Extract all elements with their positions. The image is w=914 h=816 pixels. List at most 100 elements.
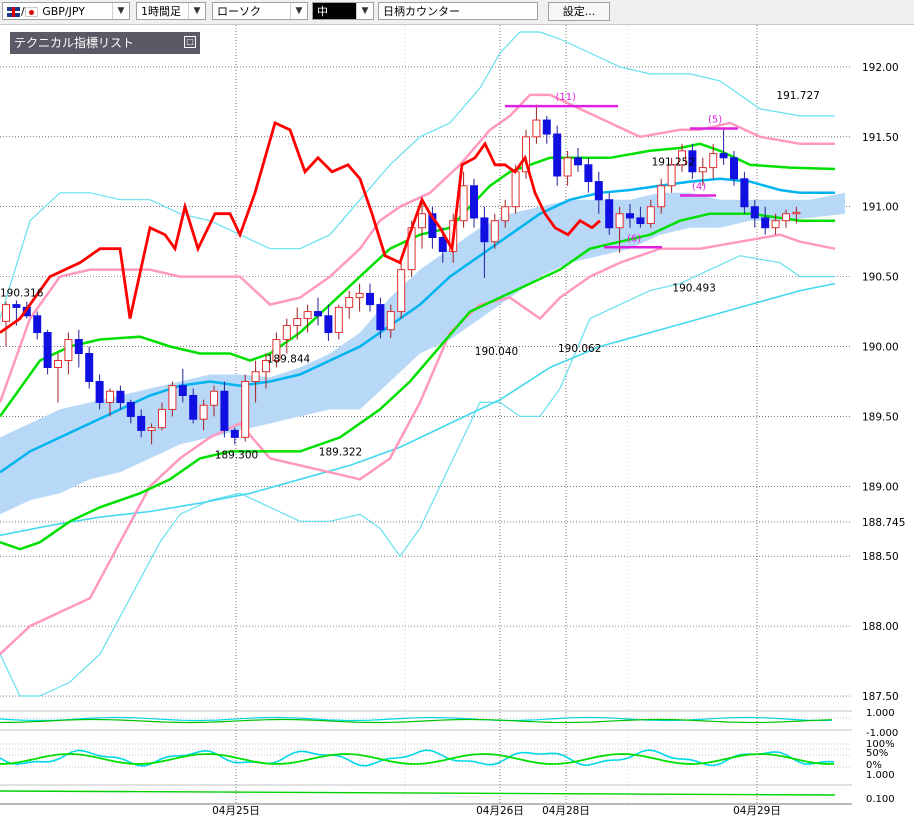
date-counter-label: 日柄カウンター <box>383 5 460 18</box>
candle-body <box>220 390 229 431</box>
chart-toolbar: / GBP/JPY ▼ 1時間足 ▼ ローソク ▼ 中 ▼ 日柄カウンター 設定… <box>0 0 914 25</box>
settings-button[interactable]: 設定... <box>548 2 610 21</box>
candle-body <box>490 220 499 243</box>
size-label: 中 <box>317 5 328 18</box>
chevron-down-icon: ▼ <box>112 3 129 19</box>
candle-body <box>64 339 73 362</box>
candle-body <box>709 153 718 169</box>
candle-body <box>418 213 426 229</box>
x-tick-label: 04月29日 <box>733 805 781 816</box>
candle-body <box>740 178 749 208</box>
candle-body <box>74 339 83 355</box>
candle-body <box>594 181 603 201</box>
candle-body <box>698 167 707 173</box>
candle-body <box>771 220 780 229</box>
collapse-icon[interactable]: □ <box>184 36 196 48</box>
candle-body <box>376 304 385 331</box>
y-tick-label: 187.50 <box>862 691 899 703</box>
candle-body <box>646 206 655 225</box>
candle-body <box>563 157 572 177</box>
candle-body <box>230 429 239 438</box>
candle-body <box>334 306 343 334</box>
y-tick-label: 188.50 <box>862 551 899 563</box>
candle-body <box>345 297 354 308</box>
y-tick-label: 190.50 <box>862 272 899 284</box>
candle-body <box>2 304 10 322</box>
panel2-50-label: 50% <box>866 748 888 759</box>
chart-style-select[interactable]: ローソク ▼ <box>212 2 308 20</box>
candle-body <box>636 217 645 225</box>
candle-body <box>199 404 208 420</box>
x-tick-label: 04月26日 <box>476 805 524 816</box>
panel1-bottom-label: -1.000 <box>866 728 898 739</box>
price-label: 191.727 <box>776 90 819 102</box>
x-tick-label: 04月28日 <box>542 805 590 816</box>
candle-body <box>126 401 135 417</box>
candle-body <box>210 390 218 406</box>
panel1-top-label: 1.000 <box>866 708 895 719</box>
price-label: 190.040 <box>475 346 518 358</box>
candle-body <box>366 292 374 306</box>
candle-body <box>511 171 520 208</box>
candle-body <box>54 360 62 368</box>
candle-body <box>137 415 146 431</box>
counter-label: (4) <box>692 182 706 193</box>
candle-body <box>386 311 395 331</box>
candle-body <box>303 311 312 320</box>
x-tick-label: 04月25日 <box>212 805 260 816</box>
candle <box>43 329 52 375</box>
candle-body <box>12 304 21 308</box>
candle <box>397 262 406 319</box>
candle-body <box>542 119 551 135</box>
y-tick-label: 188.745 <box>862 517 905 529</box>
price-chart[interactable]: (11) (6) (4) (5) 190.316 189.844 189.300 189.3… <box>0 25 914 816</box>
y-tick-label: 191.00 <box>862 202 899 214</box>
candle-body <box>168 385 177 410</box>
panel2-value-label: 1.000 <box>866 770 895 781</box>
price-label: 189.300 <box>215 449 258 461</box>
indicator-list-panel[interactable]: テクニカル指標リスト □ <box>10 32 200 54</box>
currency-pair-select[interactable]: / GBP/JPY ▼ <box>2 2 130 20</box>
chevron-down-icon: ▼ <box>188 3 205 19</box>
candle-body <box>792 211 801 215</box>
chevron-down-icon: ▼ <box>290 3 307 19</box>
chevron-down-icon: ▼ <box>356 3 373 19</box>
jp-flag-icon <box>24 7 38 17</box>
candle-body <box>158 408 166 429</box>
y-tick-label: 188.00 <box>862 621 899 633</box>
size-select[interactable]: 中 ▼ <box>312 2 374 20</box>
candle-body <box>241 380 250 438</box>
price-label: 191.252 <box>652 157 695 169</box>
y-tick-label: 192.00 <box>862 62 899 74</box>
price-label: 189.844 <box>267 353 311 365</box>
candle-body <box>626 213 634 219</box>
candle-body <box>251 371 260 382</box>
date-counter-select[interactable]: 日柄カウンター <box>378 2 538 20</box>
candle-body <box>178 385 187 396</box>
y-tick-label: 191.50 <box>862 132 899 144</box>
candle-body <box>459 185 468 222</box>
candle-body <box>574 157 582 166</box>
candle-body <box>719 153 728 159</box>
candle-body <box>782 213 790 222</box>
candle-body <box>397 269 406 313</box>
candle-body <box>106 390 114 403</box>
candle-body <box>189 394 198 420</box>
candle-body <box>553 133 562 177</box>
counter-label: (5) <box>708 114 722 125</box>
y-tick-label: 189.00 <box>862 481 899 493</box>
candle-body <box>147 427 156 431</box>
candle-body <box>470 185 478 219</box>
candle-body <box>324 315 333 334</box>
timeframe-select[interactable]: 1時間足 ▼ <box>136 2 206 20</box>
panel3-value-label: 0.100 <box>866 794 895 805</box>
candle-body <box>730 157 738 180</box>
candle-body <box>501 206 510 222</box>
candle-body <box>85 353 94 382</box>
currency-pair-label: GBP/JPY <box>42 5 85 18</box>
candle-body <box>95 380 104 403</box>
candle-body <box>532 119 541 138</box>
candle-body <box>314 311 322 317</box>
candle-body <box>657 185 666 208</box>
price-label: 190.493 <box>672 283 715 295</box>
